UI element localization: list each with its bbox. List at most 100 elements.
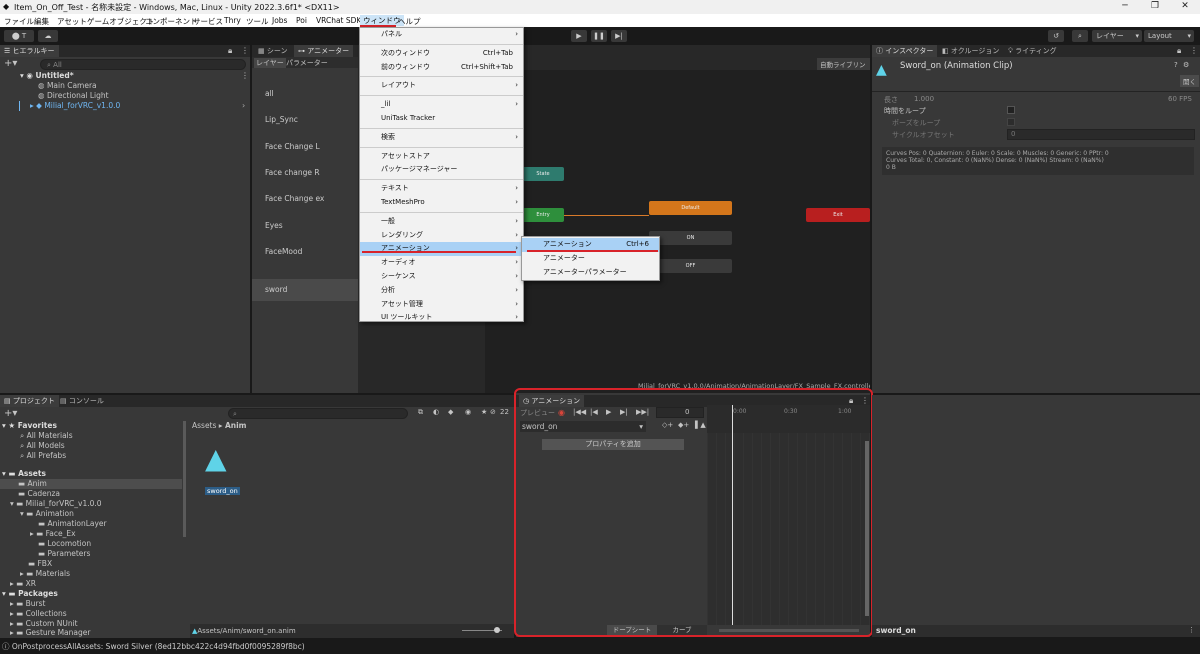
cloud-icon[interactable]: ☁ [38,30,58,42]
tree-item[interactable]: ▬ Anim [18,479,47,489]
exit-node[interactable]: Exit [806,208,870,222]
window-menu-item[interactable]: 次のウィンドウ Ctrl+Tab [360,47,523,61]
assets-header[interactable]: ▾ ▬ Assets [2,469,46,479]
window-menu-item[interactable]: 前のウィンドウ Ctrl+Shift+Tab [360,61,523,75]
tree-item[interactable]: ▬ AnimationLayer [38,519,107,529]
favorite-item[interactable]: ⌕ All Models [20,441,65,451]
menu-tools[interactable]: ツール [246,16,269,27]
asset-label[interactable]: sword_on [205,487,240,495]
layer-item[interactable]: Eyes [265,221,283,230]
help-icon[interactable]: ? [1174,61,1178,69]
off-node[interactable]: OFF [649,259,732,273]
more-icon[interactable]: ⋮ [1188,626,1195,634]
favorite-item[interactable]: ⌕ All Materials [20,431,73,441]
cycle-offset-field[interactable]: 0 [1007,129,1195,140]
packages-header[interactable]: ▾ ▬ Packages [2,589,58,599]
more-icon[interactable]: ⋮ [241,46,249,55]
search-icon[interactable]: ⌕ [1072,30,1088,42]
menu-thry[interactable]: Thry [224,16,241,25]
project-search-input[interactable]: ⌕ [228,408,408,419]
default-node[interactable]: Default [649,201,732,215]
hierarchy-item[interactable]: ◍ Main Camera [38,81,97,91]
menu-item-animator[interactable]: アニメーター [522,252,659,266]
layers-dropdown[interactable]: レイヤー ▾ [1092,30,1142,42]
window-menu-item[interactable]: アセット管理 › [360,298,523,312]
add-icon[interactable]: +▾ [4,408,17,419]
lock-icon[interactable]: 🔒︎ [1177,46,1181,56]
hierarchy-item[interactable]: ◍ Directional Light [38,91,109,101]
menu-component[interactable]: コンポーネント [145,16,198,27]
subtab-parameters[interactable]: パラメーター [286,58,328,68]
menu-item-animator-parameters[interactable]: アニメーターパラメーター [522,266,659,280]
layer-item[interactable]: Lip_Sync [265,115,298,124]
breadcrumb-root[interactable]: Assets [192,421,216,430]
filter-label-icon[interactable]: ◐ [433,408,439,416]
layout-dropdown[interactable]: Layout ▾ [1144,30,1194,42]
tag-icon[interactable]: ◆ [448,408,453,416]
pause-icon[interactable]: ❚❚ [591,30,607,42]
layer-item[interactable]: Face Change ex [265,194,324,203]
on-node[interactable]: ON [649,231,732,245]
tab-animator[interactable]: ⊶ アニメーター [294,45,354,57]
window-menu-item[interactable]: UniTask Tracker [360,112,523,126]
tree-item[interactable]: ▸ ▬ Face_Ex [30,529,76,539]
package-item[interactable]: ▸ ▬ Gesture Manager [10,628,90,638]
step-icon[interactable]: ▶| [611,30,627,42]
menu-help[interactable]: ヘルプ [398,16,421,27]
hierarchy-item[interactable]: ▸ ◆ Milial_forVRC_v1.0.0 [30,101,120,111]
package-item[interactable]: ▸ ▬ Collections [10,609,67,619]
window-menu-item[interactable]: 分析 › [360,284,523,298]
layer-item[interactable]: all [265,89,274,98]
play-icon[interactable]: ▶ [571,30,587,42]
hierarchy-search-input[interactable]: ⌕ All [40,59,246,70]
tab-console[interactable]: ▤ コンソール [56,395,108,407]
layer-item[interactable]: Face change R [265,168,320,177]
window-menu-item[interactable]: 一般 › [360,215,523,229]
window-menu-item[interactable]: UI ツールキット › [360,311,523,325]
menu-edit[interactable]: 編集 [34,16,49,27]
window-menu-item[interactable]: レイアウト › [360,79,523,93]
window-menu-item[interactable]: パネル › [360,28,523,42]
tree-item[interactable]: ▬ Cadenza [18,489,60,499]
tab-scene[interactable]: ▦ シーン [254,45,292,57]
window-menu-item[interactable]: オーディオ › [360,256,523,270]
tab-occlusion[interactable]: ◧ オクルージョン [938,45,1003,57]
subtab-layers[interactable]: レイヤー [254,58,286,68]
favorites-header[interactable]: ▾ ★ Favorites [2,421,57,431]
tree-item[interactable]: ▬ Locomotion [38,539,91,549]
tree-item[interactable]: ▾ ▬ Milial_forVRC_v1.0.0 [10,499,102,509]
tree-item[interactable]: ▾ ▬ Animation [20,509,74,519]
layer-item-selected[interactable]: sword [252,279,358,301]
maximize-icon[interactable]: ❐ [1148,1,1162,11]
window-menu-item[interactable]: アセットストア [360,150,523,164]
package-item[interactable]: ▸ ▬ Burst [10,599,45,609]
loop-time-checkbox[interactable] [1007,106,1015,114]
animation-clip-icon[interactable]: ▲ [205,445,227,473]
status-message[interactable]: ⓘ OnPostprocessAllAssets: Sword Silver (… [2,641,305,652]
more-icon[interactable]: ⋮ [241,71,249,80]
eye-icon[interactable]: ◉ [465,408,471,416]
menu-services[interactable]: サービス [193,16,223,27]
tab-project[interactable]: ▤ プロジェクト [0,395,59,407]
layer-item[interactable]: FaceMood [265,247,302,256]
settings-icon[interactable]: ⚙ [1183,61,1189,69]
star-icon[interactable]: ★ [481,408,487,416]
layer-item[interactable]: Face Change L [265,142,320,151]
tab-lighting[interactable]: 💡︎ ライティング [1004,45,1061,57]
tree-scrollbar[interactable] [183,421,186,537]
window-menu-item[interactable]: TextMeshPro › [360,196,523,210]
window-menu-item[interactable]: シーケンス › [360,270,523,284]
filter-type-icon[interactable]: ⧉ [418,408,423,417]
history-icon[interactable]: ↺ [1048,30,1064,42]
breadcrumb-leaf[interactable]: Anim [225,421,247,430]
menu-jobs[interactable]: Jobs [272,16,287,25]
account-button[interactable]: ⬤ T [4,30,34,42]
favorite-item[interactable]: ⌕ All Prefabs [20,451,66,461]
tab-inspector[interactable]: ⓘ インスペクター [872,45,938,57]
menu-file[interactable]: ファイル [4,16,34,27]
window-menu-item[interactable]: レンダリング › [360,229,523,243]
more-icon[interactable]: ⋮ [1190,46,1198,55]
window-menu-item[interactable]: _lil › [360,98,523,112]
window-menu-item[interactable]: アニメーション › [360,242,523,257]
window-menu-item[interactable]: 検索 › [360,131,523,145]
